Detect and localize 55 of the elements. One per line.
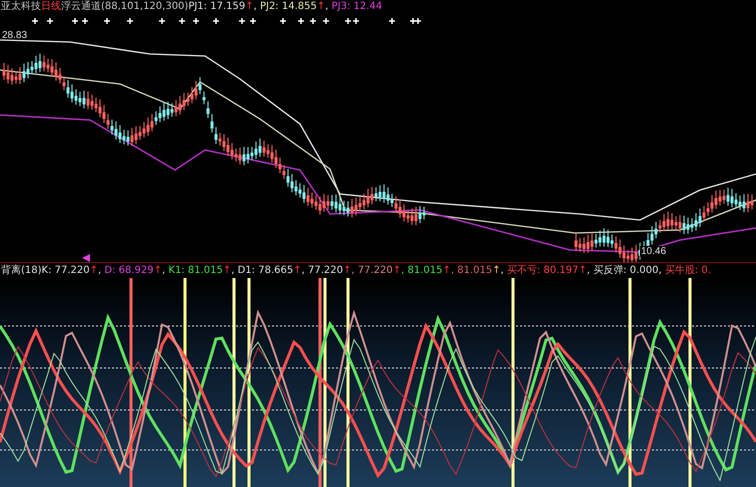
price-label: 28.83 <box>2 30 28 41</box>
indicator-text: , D1: 78.665 <box>231 264 294 276</box>
star-marker-icon <box>32 18 38 24</box>
indicator-text: ↑ <box>293 264 302 276</box>
star-marker-icon <box>159 18 165 24</box>
indicator-text: , 81.015 <box>401 264 442 276</box>
star-marker-icon <box>179 18 185 24</box>
indicator-text: K: 77.220 <box>42 264 90 276</box>
star-marker-icon <box>310 18 316 24</box>
star-marker-icon <box>298 18 304 24</box>
indicator-text: D: 68.929 <box>104 264 154 276</box>
indicator-text: ↑ <box>392 264 402 276</box>
star-marker-icon <box>389 18 395 24</box>
legend-text: PJ1: 17.159 <box>188 1 246 13</box>
star-marker-icon <box>250 18 256 24</box>
indicator-text: , 买反弹: 0.000, <box>586 264 663 276</box>
triangle-marker-icon <box>82 254 90 262</box>
indicator-text: , 81.015 <box>450 264 492 276</box>
star-marker-icon <box>82 18 88 24</box>
indicator-text: ↑ <box>222 264 232 276</box>
indicator-text: ↑ <box>492 264 501 276</box>
star-marker-icon <box>47 18 53 24</box>
indicator-text: ↑ <box>442 264 451 276</box>
legend-text: 浮云通道(88,101,120,300) <box>61 1 188 13</box>
indicator-text: ↑ <box>154 264 162 276</box>
star-marker-icon <box>239 18 245 24</box>
indicator-text: , <box>162 264 166 276</box>
indicator-text: ↑ <box>578 264 587 276</box>
star-marker-icon <box>353 18 359 24</box>
star-marker-icon <box>323 18 329 24</box>
legend-text: , PJ2: 14.855 <box>254 1 317 13</box>
indicator-text: K1: 81.015 <box>168 264 223 276</box>
star-marker-icon <box>104 18 110 24</box>
price-label: 10.46 <box>640 246 668 257</box>
indicator-text: ↑ <box>90 264 98 276</box>
indicator-text: 买不亏: 80.197 <box>506 264 579 276</box>
legend-text: , <box>325 1 330 13</box>
legend-text: 日线 <box>41 1 61 13</box>
indicator-text: ↑ <box>342 264 352 276</box>
legend-text: ↑ <box>245 1 254 13</box>
indicator-text: , 77.220 <box>351 264 393 276</box>
legend-text: 亚太科技 <box>1 1 41 13</box>
indicator-text: 买牛股: 0. <box>664 264 711 276</box>
star-marker-icon <box>127 18 133 24</box>
star-marker-icon <box>72 18 78 24</box>
indicator-text: , <box>500 264 505 276</box>
star-marker-icon <box>345 18 351 24</box>
star-marker-icon <box>213 18 219 24</box>
indicator-text: 背离(18) <box>1 264 42 276</box>
legend-text: ↑ <box>316 1 326 13</box>
legend-text: PJ3: 12.44 <box>332 1 382 13</box>
star-marker-icon <box>193 18 199 24</box>
star-marker-icon <box>280 18 286 24</box>
indicator-text: , 77.220 <box>302 264 343 276</box>
indicator-text: , <box>98 264 102 276</box>
